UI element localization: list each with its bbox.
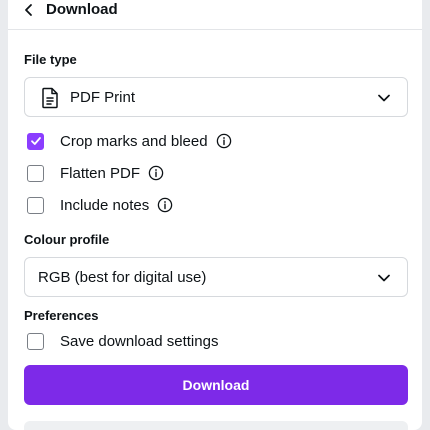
info-icon[interactable] xyxy=(157,197,173,213)
download-panel: Download File type PDF Print Crop marks … xyxy=(8,0,422,430)
colour-profile-label: Colour profile xyxy=(24,232,110,247)
panel-header: Download xyxy=(8,0,422,30)
chevron-down-icon xyxy=(378,94,390,102)
info-icon[interactable] xyxy=(216,133,232,149)
colour-profile-select[interactable]: RGB (best for digital use) xyxy=(24,257,408,297)
info-icon[interactable] xyxy=(148,165,164,181)
flatten-pdf-label: Flatten PDF xyxy=(60,164,141,182)
option-flatten-pdf: Flatten PDF xyxy=(27,163,164,183)
file-type-select[interactable]: PDF Print xyxy=(24,77,408,117)
crop-marks-checkbox[interactable] xyxy=(27,132,44,150)
checkmark-icon xyxy=(30,137,41,145)
crop-marks-label: Crop marks and bleed xyxy=(60,132,208,150)
flatten-pdf-checkbox[interactable] xyxy=(27,164,44,182)
option-crop-marks: Crop marks and bleed xyxy=(27,131,232,151)
file-type-label: File type xyxy=(24,52,77,67)
bottom-strip xyxy=(24,421,408,430)
save-settings-label: Save download settings xyxy=(60,332,219,350)
option-save-settings: Save download settings xyxy=(27,331,218,351)
back-button[interactable] xyxy=(22,0,36,20)
chevron-down-icon xyxy=(378,274,390,282)
save-settings-checkbox[interactable] xyxy=(27,332,44,350)
colour-profile-value: RGB (best for digital use) xyxy=(38,268,207,286)
file-type-value: PDF Print xyxy=(70,88,136,106)
chevron-left-icon xyxy=(25,4,32,16)
include-notes-checkbox[interactable] xyxy=(27,196,44,214)
preferences-label: Preferences xyxy=(24,308,99,323)
option-include-notes: Include notes xyxy=(27,195,173,215)
download-button[interactable]: Download xyxy=(24,365,408,405)
page-title: Download xyxy=(46,1,118,18)
document-icon xyxy=(42,87,58,109)
include-notes-label: Include notes xyxy=(60,196,150,214)
